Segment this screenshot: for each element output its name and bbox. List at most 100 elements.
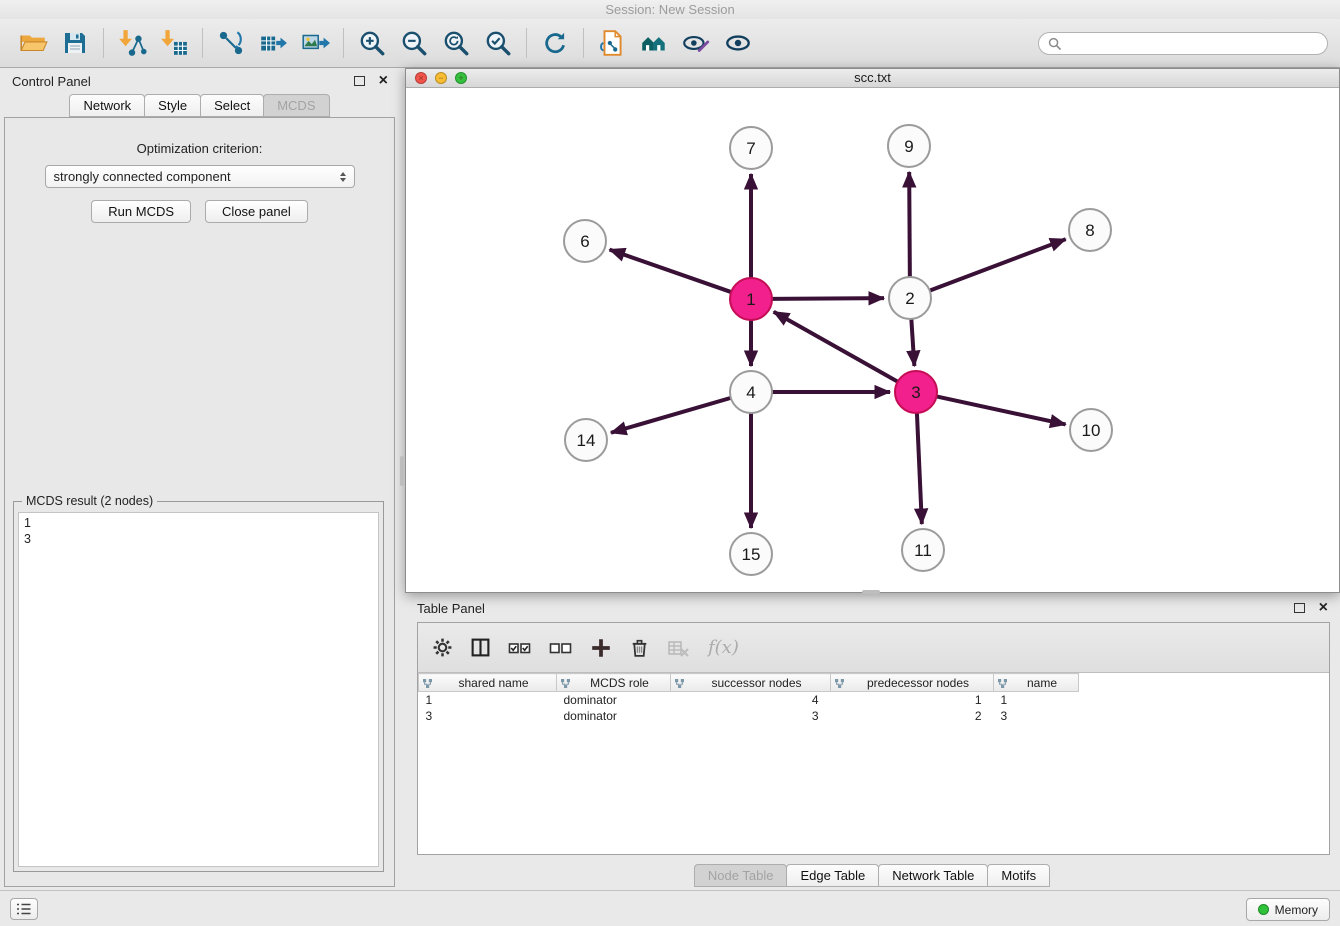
graph-edge-1-6[interactable] [610, 250, 732, 292]
table-cell[interactable]: 2 [831, 708, 994, 724]
hide-all-columns-icon [549, 639, 573, 657]
delete-table-button[interactable] [667, 638, 691, 658]
zoom-fit-button[interactable] [435, 22, 477, 64]
graphics-details-button[interactable] [675, 22, 717, 64]
tab-mcds[interactable]: MCDS [263, 94, 329, 117]
table-cell[interactable]: dominator [557, 692, 671, 708]
delete-column-button[interactable] [629, 637, 650, 658]
vertical-splitter-handle[interactable] [400, 456, 404, 486]
minimize-window-icon[interactable]: − [435, 72, 447, 84]
tab-select[interactable]: Select [200, 94, 264, 117]
graph-node-label: 11 [914, 541, 932, 560]
float-panel-icon[interactable] [354, 76, 365, 86]
network-window-titlebar[interactable]: × − + scc.txt [406, 69, 1339, 88]
export-table-button[interactable] [252, 22, 294, 64]
tab-network-table[interactable]: Network Table [878, 864, 988, 887]
table-cell[interactable]: 4 [671, 692, 831, 708]
control-panel-header: Control Panel × [0, 68, 400, 94]
hide-all-columns-button[interactable] [549, 639, 573, 657]
task-list-icon [15, 901, 33, 917]
network-graph[interactable]: 1234678910111415 [406, 88, 1339, 592]
open-session-button[interactable] [12, 22, 54, 64]
graph-edge-3-10[interactable] [937, 396, 1066, 424]
export-image-button[interactable] [294, 22, 336, 64]
graph-edge-1-2[interactable] [772, 298, 884, 299]
new-network-from-selection-button[interactable] [591, 22, 633, 64]
close-panel-button[interactable]: Close panel [205, 200, 308, 223]
table-cell[interactable]: 3 [419, 708, 557, 724]
delete-table-icon [667, 638, 691, 658]
column-header-successor-nodes[interactable]: successor nodes [671, 674, 831, 692]
graph-edge-2-3[interactable] [911, 319, 914, 366]
window-controls: × − + [415, 72, 467, 84]
table-panel-tabs: Node Table Edge Table Network Table Moti… [405, 864, 1340, 887]
first-neighbors-button[interactable] [210, 22, 252, 64]
toolbar-separator [343, 28, 344, 58]
memory-button[interactable]: Memory [1246, 898, 1330, 921]
gear-icon [432, 637, 453, 658]
graph-edge-2-8[interactable] [930, 239, 1066, 290]
run-mcds-button[interactable]: Run MCDS [91, 200, 191, 223]
create-column-button[interactable] [590, 637, 612, 659]
zoom-in-button[interactable] [351, 22, 393, 64]
criterion-select[interactable]: strongly connected component [45, 165, 355, 188]
search-input[interactable] [1067, 36, 1318, 50]
preferred-layout-icon [639, 28, 669, 58]
zoom-fit-icon [441, 28, 471, 58]
tab-network[interactable]: Network [69, 94, 145, 117]
table-cell[interactable]: 3 [994, 708, 1079, 724]
graph-edge-3-1[interactable] [774, 312, 898, 382]
graph-edge-2-9[interactable] [909, 172, 910, 277]
table-row[interactable]: 3dominator323 [419, 708, 1079, 724]
import-table-button[interactable] [153, 22, 195, 64]
close-panel-icon[interactable]: × [1319, 601, 1328, 615]
tab-motifs[interactable]: Motifs [987, 864, 1050, 887]
tab-edge-table[interactable]: Edge Table [786, 864, 879, 887]
maximize-window-icon[interactable]: + [455, 72, 467, 84]
graph-edge-4-14[interactable] [611, 398, 731, 433]
function-builder-button[interactable]: f(x) [708, 637, 739, 658]
preferred-layout-button[interactable] [633, 22, 675, 64]
graph-node-label: 14 [577, 431, 596, 450]
close-panel-icon[interactable]: × [379, 74, 388, 88]
tab-style[interactable]: Style [144, 94, 201, 117]
table-cell[interactable]: dominator [557, 708, 671, 724]
select-columns-button[interactable] [470, 637, 491, 658]
table-cell[interactable]: 1 [994, 692, 1079, 708]
table-cell[interactable]: 1 [831, 692, 994, 708]
table-cell[interactable]: 3 [671, 708, 831, 724]
column-hierarchy-icon [560, 678, 571, 689]
table-cell[interactable]: 1 [419, 692, 557, 708]
network-view-window: × − + scc.txt 1234678910111415 [405, 68, 1340, 593]
import-network-button[interactable] [111, 22, 153, 64]
network-canvas[interactable]: 1234678910111415 [406, 88, 1339, 592]
mcds-panel-body: Optimization criterion: strongly connect… [4, 117, 395, 887]
tab-node-table[interactable]: Node Table [694, 864, 788, 887]
refresh-button[interactable] [534, 22, 576, 64]
open-session-icon [18, 28, 48, 58]
graph-edge-3-11[interactable] [917, 413, 922, 524]
table-settings-button[interactable] [432, 637, 453, 658]
zoom-out-button[interactable] [393, 22, 435, 64]
fx-icon: f(x) [708, 637, 739, 658]
mcds-result-text[interactable]: 1 3 [18, 512, 379, 867]
column-header-name[interactable]: name [994, 674, 1079, 692]
column-header-predecessor-nodes[interactable]: predecessor nodes [831, 674, 994, 692]
horizontal-splitter-handle[interactable] [862, 590, 880, 594]
table-toolbar: f(x) [418, 623, 1329, 673]
float-panel-icon[interactable] [1294, 603, 1305, 613]
column-header-shared-name[interactable]: shared name [419, 674, 557, 692]
column-header-mcds-role[interactable]: MCDS role [557, 674, 671, 692]
table-panel-header: Table Panel × [405, 595, 1340, 621]
table-row[interactable]: 1dominator411 [419, 692, 1079, 708]
graph-node-label: 10 [1082, 421, 1101, 440]
show-all-columns-button[interactable] [508, 639, 532, 657]
birds-eye-view-button[interactable] [717, 22, 759, 64]
control-panel-tabs: Network Style Select MCDS [0, 94, 400, 117]
first-neighbors-icon [216, 28, 246, 58]
zoom-selected-button[interactable] [477, 22, 519, 64]
network-window-title: scc.txt [854, 70, 891, 85]
close-window-icon[interactable]: × [415, 72, 427, 84]
task-history-button[interactable] [10, 898, 38, 920]
save-session-button[interactable] [54, 22, 96, 64]
